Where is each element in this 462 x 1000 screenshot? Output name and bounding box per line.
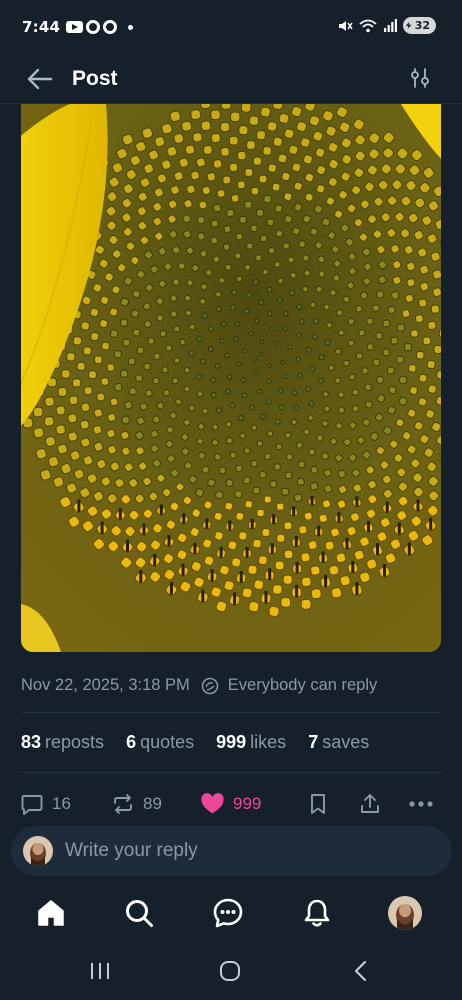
chat-icon	[213, 898, 243, 928]
repost-count: 89	[143, 794, 162, 813]
reposts-count: 83	[21, 732, 42, 752]
arrow-left-icon	[27, 68, 53, 89]
share-button[interactable]	[358, 786, 382, 822]
likes-stat[interactable]: 999 likes	[216, 732, 286, 753]
recent-apps-icon	[91, 963, 109, 979]
home-circle-icon	[220, 961, 240, 981]
post-date: Nov 22, 2025, 3:18 PM	[21, 676, 190, 694]
nav-home[interactable]	[32, 894, 70, 932]
search-icon	[126, 900, 153, 927]
post-image[interactable]	[21, 104, 441, 652]
home-icon	[38, 900, 64, 926]
status-time: 7:44	[22, 18, 61, 36]
dot-icon	[128, 24, 134, 30]
youtube-icon	[66, 21, 84, 33]
post-meta: Nov 22, 2025, 3:18 PM Everybody can repl…	[21, 676, 377, 695]
more-horizontal-icon	[409, 801, 433, 807]
quotes-count: 6	[126, 732, 137, 752]
heart-icon	[201, 793, 224, 814]
reply-setting-label[interactable]: Everybody can reply	[228, 676, 378, 695]
nav-chat[interactable]	[209, 894, 247, 932]
avatar	[23, 836, 53, 866]
bookmark-icon	[311, 794, 325, 814]
status-bar: 7:44 32	[0, 0, 462, 54]
reposts-stat[interactable]: 83 reposts	[21, 732, 104, 753]
share-icon	[361, 794, 379, 813]
reposts-label: reposts	[45, 732, 105, 752]
saves-count: 7	[308, 732, 319, 752]
repost-button[interactable]: 89	[111, 786, 162, 822]
app-circle-icon	[103, 20, 118, 34]
likes-count: 999	[216, 732, 247, 752]
profile-avatar	[388, 896, 422, 930]
reply-count: 16	[52, 794, 71, 813]
recent-apps-button[interactable]	[80, 956, 120, 986]
back-system-button[interactable]	[340, 956, 380, 986]
status-notification-icons	[66, 20, 134, 34]
nav-profile[interactable]	[386, 894, 424, 932]
battery-icon: 32	[402, 17, 436, 34]
post-actions: 16 89 999	[0, 786, 462, 822]
system-navigation	[0, 946, 462, 1000]
divider	[21, 772, 441, 773]
nav-notifications[interactable]	[298, 894, 336, 932]
nav-search[interactable]	[120, 894, 158, 932]
saves-label: saves	[322, 732, 370, 752]
reply-setting-icon	[198, 677, 222, 695]
bottom-navigation	[0, 880, 462, 946]
wifi-icon	[359, 19, 377, 32]
repost-icon	[114, 794, 132, 814]
like-button[interactable]: 999	[200, 786, 261, 822]
signal-icon	[383, 18, 397, 32]
bookmark-button[interactable]	[307, 786, 329, 822]
bell-icon	[304, 899, 330, 927]
quotes-stat[interactable]: 6 quotes	[126, 732, 194, 753]
comment-icon	[21, 795, 43, 815]
sunflower-photo	[21, 104, 441, 652]
likes-label: likes	[250, 732, 287, 752]
more-options-button[interactable]	[408, 786, 434, 822]
page-title: Post	[72, 66, 118, 90]
thread-settings-button[interactable]	[402, 60, 438, 96]
reply-composer[interactable]: Write your reply	[11, 826, 452, 876]
divider	[21, 712, 441, 713]
reply-button[interactable]: 16	[20, 786, 71, 822]
saves-stat[interactable]: 7 saves	[308, 732, 369, 753]
chevron-left-icon	[354, 960, 367, 982]
quotes-label: quotes	[140, 732, 195, 752]
mute-icon	[338, 20, 353, 31]
like-count: 999	[233, 794, 262, 813]
reply-input[interactable]: Write your reply	[65, 840, 198, 862]
post-header: Post	[0, 54, 462, 104]
sliders-icon	[411, 68, 429, 88]
back-button[interactable]	[20, 59, 60, 99]
app-circle-icon	[86, 20, 101, 34]
status-system-icons: 32	[337, 17, 436, 34]
engagement-stats: 83 reposts 6 quotes 999 likes 7 saves	[21, 732, 391, 753]
home-system-button[interactable]	[210, 956, 250, 986]
